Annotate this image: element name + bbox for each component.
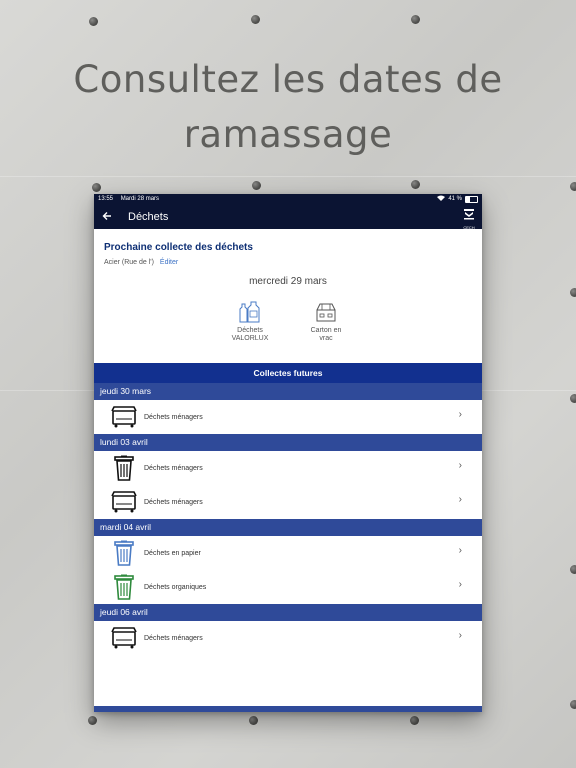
future-collections-list: jeudi 30 mars Déchets ménagers › lundi 0… [94, 383, 482, 655]
chevron-right-icon: › [458, 409, 462, 420]
trash-bin-icon [109, 574, 139, 600]
wall-bolt [251, 15, 260, 24]
address-row: Acier (Rue de l') Éditer [104, 259, 472, 266]
next-collection-section: Prochaine collecte des déchets Acier (Ru… [94, 242, 482, 343]
next-day-header-partial [94, 706, 482, 712]
cardboard-box-icon [316, 303, 336, 322]
edit-address-link[interactable]: Éditer [160, 259, 178, 266]
bottles-icon [239, 301, 260, 323]
day-header: jeudi 06 avril [94, 604, 482, 621]
chevron-right-icon: › [458, 579, 462, 590]
collection-item-label: Déchets ménagers [144, 498, 203, 506]
day-header: mardi 04 avril [94, 519, 482, 536]
logo-icon [464, 209, 474, 220]
collection-item-label: Déchets ménagers [144, 413, 203, 421]
trash-bin-icon [109, 455, 139, 481]
wall-bolt [249, 716, 258, 725]
collection-item[interactable]: Déchets en papier › [94, 536, 482, 570]
wall-bolt [89, 17, 98, 26]
chevron-right-icon: › [458, 630, 462, 641]
wall-bolt [410, 716, 419, 725]
wall-bolt [570, 700, 576, 709]
collection-item[interactable]: Déchets organiques › [94, 570, 482, 604]
container-bin-icon [109, 627, 139, 649]
collection-item[interactable]: Déchets ménagers › [94, 485, 482, 519]
status-time: 13:55 [98, 196, 114, 202]
collection-item[interactable]: Déchets ménagers › [94, 451, 482, 485]
waste-type-carton: Carton en vrac [301, 299, 351, 343]
tablet-screen: 13:55 Mardi 28 mars 41 % Déchets CECH Pr… [94, 194, 482, 712]
wall-bolt [570, 394, 576, 403]
battery-icon [465, 195, 478, 203]
waste-type-label-2: vrac [319, 335, 333, 342]
day-header: lundi 03 avril [94, 434, 482, 451]
chevron-right-icon: › [458, 460, 462, 471]
logo-text: CECH [463, 225, 475, 230]
trash-bin-icon [109, 540, 139, 566]
future-collections-header: Collectes futures [94, 363, 482, 383]
waste-type-label-2: VALORLUX [231, 335, 269, 342]
address-text: Acier (Rue de l') [104, 259, 154, 266]
collection-item[interactable]: Déchets ménagers › [94, 621, 482, 655]
status-bar: 13:55 Mardi 28 mars 41 % [94, 194, 482, 204]
wifi-icon [437, 195, 446, 203]
chevron-right-icon: › [458, 545, 462, 556]
waste-types: Déchets VALORLUX Carton en vrac [104, 299, 472, 343]
wall-bolt [252, 181, 261, 190]
headline-line-2: ramassage [183, 113, 393, 156]
headline-line-1: Consultez les dates de [73, 58, 503, 101]
wall-bolt [411, 15, 420, 24]
collection-item-label: Déchets organiques [144, 583, 207, 591]
waste-type-label-1: Carton en [310, 327, 342, 334]
next-collection-title: Prochaine collecte des déchets [104, 242, 253, 253]
app-logo: CECH [462, 207, 476, 230]
waste-type-label-1: Déchets [237, 327, 263, 334]
chevron-right-icon: › [458, 494, 462, 505]
next-collection-date: mercredi 29 mars [249, 276, 327, 287]
app-bar: Déchets CECH [94, 204, 482, 230]
status-date: Mardi 28 mars [120, 196, 160, 202]
collection-item[interactable]: Déchets ménagers › [94, 400, 482, 434]
back-arrow-icon[interactable] [102, 209, 118, 224]
container-bin-icon [109, 406, 139, 428]
wall-bolt [88, 716, 97, 725]
wall-bolt [570, 565, 576, 574]
wall-seam [0, 176, 576, 177]
wall-bolt [411, 180, 420, 189]
page-title: Déchets [128, 210, 169, 223]
collection-item-label: Déchets ménagers [144, 464, 203, 472]
collection-item-label: Déchets ménagers [144, 634, 203, 642]
battery-percentage: 41 % [448, 196, 462, 202]
wall-bolt [570, 288, 576, 297]
collection-item-label: Déchets en papier [144, 549, 201, 557]
wall-bolt [570, 182, 576, 191]
container-bin-icon [109, 491, 139, 513]
waste-type-valorlux: Déchets VALORLUX [225, 299, 275, 343]
marketing-headline: Consultez les dates de ramassage [0, 52, 576, 162]
wall-bolt [92, 183, 101, 192]
day-header: jeudi 30 mars [94, 383, 482, 400]
